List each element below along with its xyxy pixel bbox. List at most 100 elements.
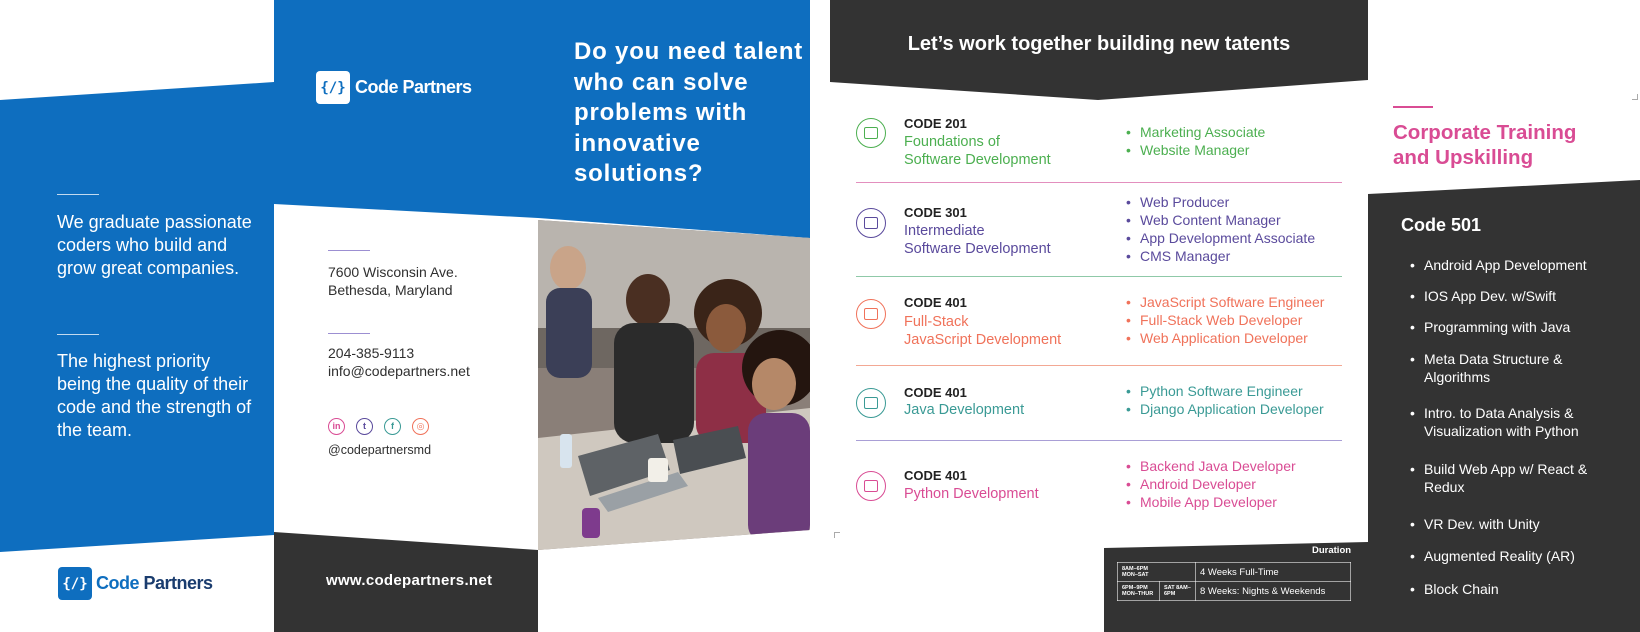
address-line: Bethesda, Maryland	[328, 282, 453, 298]
divider	[1393, 106, 1433, 108]
role-item: Marketing Associate	[1126, 123, 1265, 141]
duration-table: 8AM–6PM MON–SAT 4 Weeks Full-Time 6PM–9PM…	[1117, 562, 1351, 601]
table-cell: SAT 8AM–6PM	[1159, 581, 1196, 601]
window-icon	[856, 471, 886, 501]
address: 7600 Wisconsin Ave. Bethesda, Maryland	[328, 263, 458, 299]
students-photo	[538, 208, 810, 550]
title-line: Corporate Training	[1393, 121, 1577, 144]
list-item: Augmented Reality (AR)	[1410, 547, 1610, 565]
document-icon	[856, 118, 886, 148]
calculator-icon	[856, 388, 886, 418]
list-item: Android App Development	[1410, 256, 1610, 274]
role-item: Python Software Engineer	[1126, 382, 1324, 400]
priority-text: The highest priority being the quality o…	[57, 351, 252, 440]
divider	[856, 276, 1342, 278]
role-list: Marketing Associate Website Manager	[1126, 123, 1265, 159]
course-name-line: Software Development	[904, 152, 1051, 168]
browser-window-icon	[856, 299, 886, 329]
list-item: IOS App Dev. w/Swift	[1410, 287, 1610, 305]
divider	[57, 334, 99, 335]
list-item: Programming with Java	[1410, 318, 1610, 336]
role-item: Web Application Developer	[1126, 329, 1324, 347]
course-name-line: Full-Stack	[904, 314, 969, 330]
crop-mark	[834, 532, 840, 538]
panel4-title: Corporate Training and Upskilling	[1393, 120, 1633, 170]
website-link[interactable]: www.codepartners.net	[326, 572, 492, 589]
code-brackets-icon: {/}	[58, 567, 92, 600]
course-name-line: Foundations of	[904, 134, 1000, 150]
table-row: 8AM–6PM MON–SAT 4 Weeks Full-Time	[1117, 562, 1351, 582]
role-item: App Development Associate	[1126, 229, 1315, 247]
course-name: Foundations of Software Development	[904, 133, 1051, 169]
role-list: Python Software Engineer Django Applicat…	[1126, 382, 1324, 418]
list-item: Intro. to Data Analysis & Visualization …	[1410, 404, 1610, 440]
brand-name: Partners	[398, 77, 473, 97]
linkedin-icon[interactable]: in	[328, 418, 345, 435]
mission-text: We graduate passionate coders who build …	[57, 212, 252, 278]
role-list: Backend Java Developer Android Developer…	[1126, 457, 1296, 511]
facebook-icon[interactable]: f	[384, 418, 401, 435]
role-item: CMS Manager	[1126, 247, 1315, 265]
headline: Do you need talent who can solve problem…	[574, 38, 804, 187]
duration-label: Duration	[1312, 545, 1352, 556]
social-links: in t f ◎	[328, 418, 429, 435]
course-name-line: Software Development	[904, 241, 1051, 257]
role-item: Web Producer	[1126, 193, 1315, 211]
role-item: Mobile App Developer	[1126, 493, 1296, 511]
list-item: Block Chain	[1410, 580, 1610, 598]
course-name: Full-Stack JavaScript Development	[904, 313, 1061, 349]
course-code: CODE 401	[904, 385, 967, 400]
role-item: JavaScript Software Engineer	[1126, 293, 1324, 311]
role-item: Website Manager	[1126, 141, 1265, 159]
course-code: CODE 401	[904, 295, 967, 310]
address-line: 7600 Wisconsin Ave.	[328, 264, 458, 280]
course-name: Python Development	[904, 485, 1039, 503]
list-item: Build Web App w/ React & Redux	[1410, 460, 1610, 496]
code-brackets-icon: {/}	[316, 71, 350, 104]
phone[interactable]: 204-385-9113	[328, 344, 470, 362]
role-item: Web Content Manager	[1126, 211, 1315, 229]
table-cell: 4 Weeks Full-Time	[1195, 562, 1351, 582]
table-cell: 6PM–9PM MON–THUR	[1117, 581, 1160, 601]
role-item: Full-Stack Web Developer	[1126, 311, 1324, 329]
course-code: CODE 201	[904, 116, 967, 131]
twitter-icon[interactable]: t	[356, 418, 373, 435]
course-code: CODE 301	[904, 205, 967, 220]
email[interactable]: info@codepartners.net	[328, 362, 470, 380]
brand-name: Partners	[139, 573, 214, 593]
instagram-icon[interactable]: ◎	[412, 418, 429, 435]
code-window-icon	[856, 208, 886, 238]
list-item: VR Dev. with Unity	[1410, 515, 1610, 533]
role-list: JavaScript Software Engineer Full-Stack …	[1126, 293, 1324, 347]
role-item: Django Application Developer	[1126, 400, 1324, 418]
course-name: Intermediate Software Development	[904, 222, 1051, 258]
brand-logo-header: {/} Code Partners	[316, 71, 472, 104]
list-item: Meta Data Structure & Algorithms	[1410, 350, 1610, 386]
divider	[856, 182, 1342, 184]
divider	[328, 333, 370, 334]
contact-info: 204-385-9113 info@codepartners.net	[328, 344, 470, 380]
role-item: Backend Java Developer	[1126, 457, 1296, 475]
social-handle[interactable]: @codepartnersmd	[328, 443, 431, 457]
divider	[328, 250, 370, 251]
panel3-title: Let’s work together building new tatents	[907, 33, 1291, 55]
code501-heading: Code 501	[1401, 215, 1482, 235]
brand-name: Code	[355, 77, 399, 97]
course-name: Java Development	[904, 401, 1024, 419]
role-item: Android Developer	[1126, 475, 1296, 493]
divider	[57, 194, 99, 195]
course-name-line: Python Development	[904, 486, 1039, 502]
course-name-line: Intermediate	[904, 223, 985, 239]
table-cell: 8 Weeks: Nights & Weekends	[1195, 581, 1351, 601]
crop-mark	[1632, 94, 1638, 100]
brand-logo-footer: {/} Code Partners	[58, 567, 213, 600]
panel1-blue-background	[0, 0, 274, 632]
course-name-line: JavaScript Development	[904, 332, 1062, 348]
brand-name: Code	[96, 573, 140, 593]
table-cell: 8AM–6PM MON–SAT	[1117, 562, 1196, 582]
divider	[856, 440, 1342, 442]
role-list: Web Producer Web Content Manager App Dev…	[1126, 193, 1315, 265]
table-row: 6PM–9PM MON–THUR SAT 8AM–6PM 8 Weeks: Nig…	[1117, 581, 1351, 601]
course-code: CODE 401	[904, 468, 967, 483]
course-name-line: Java Development	[904, 402, 1025, 418]
